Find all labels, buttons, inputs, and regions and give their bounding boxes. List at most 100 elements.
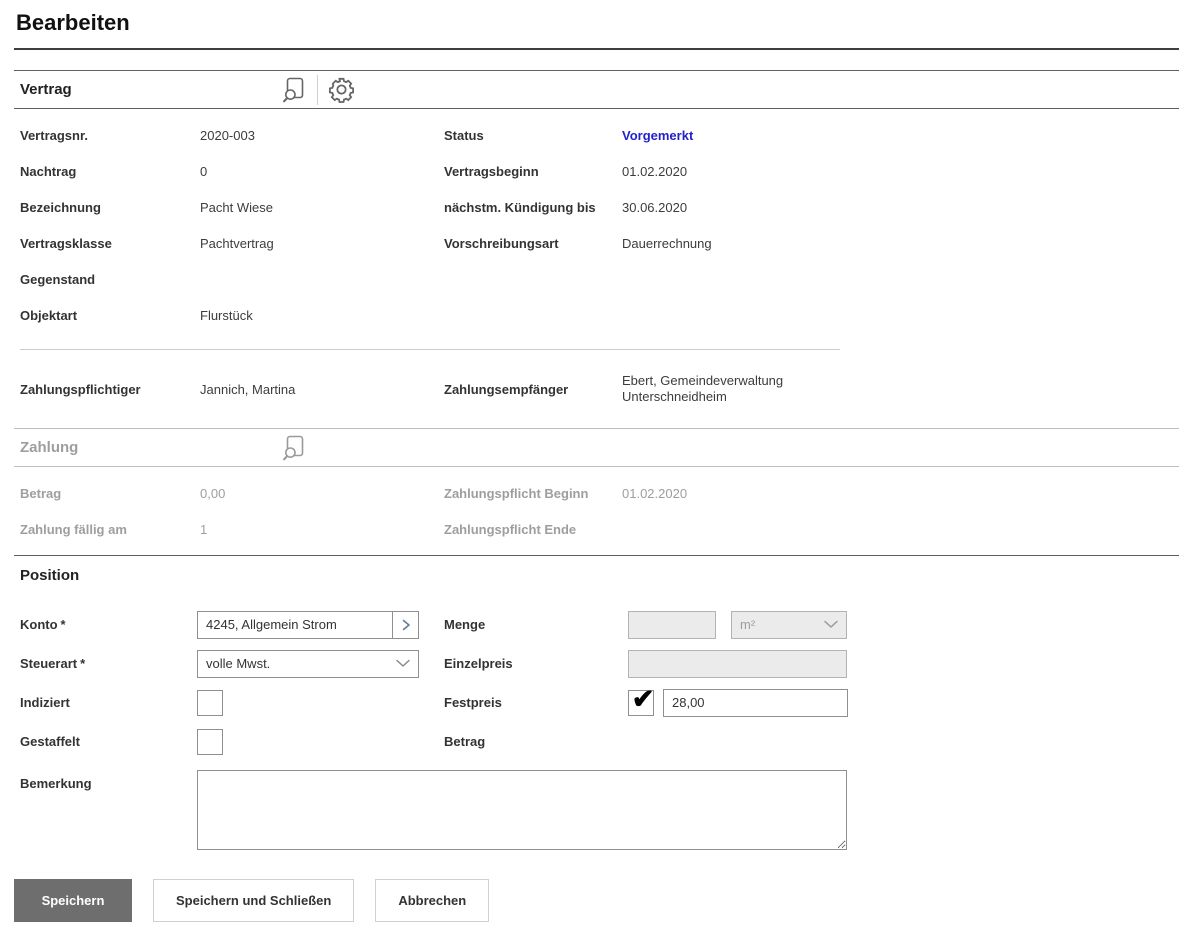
zahlung-faellig-label: Zahlung fällig am xyxy=(20,522,200,537)
zahlung-faellig-value: 1 xyxy=(200,522,207,537)
kuendigung-value: 30.06.2020 xyxy=(622,200,687,215)
steuerart-label: Steuerart* xyxy=(20,656,197,671)
field-row: Objektart Flurstück xyxy=(20,297,444,333)
zahlungspflichtiger-value: Jannich, Martina xyxy=(200,382,295,397)
menge-unit-value: m² xyxy=(740,617,755,632)
betrag-value: 0,00 xyxy=(200,486,225,501)
konto-combobox[interactable] xyxy=(197,611,419,639)
vertragsbeginn-label: Vertragsbeginn xyxy=(444,164,622,179)
field-row: Gegenstand xyxy=(20,261,444,297)
vertrag-preview-button[interactable] xyxy=(276,74,312,106)
field-row: Betrag 0,00 xyxy=(20,475,444,511)
save-and-close-button[interactable]: Speichern und Schließen xyxy=(153,879,354,922)
position-section: Position Konto* Menge m² xyxy=(14,555,1179,853)
status-label: Status xyxy=(444,128,622,143)
field-row: Zahlungspflicht Beginn 01.02.2020 xyxy=(444,475,1179,511)
zahlungspflicht-beginn-label: Zahlungspflicht Beginn xyxy=(444,486,622,501)
field-row: Vorschreibungsart Dauerrechnung xyxy=(444,225,1179,261)
chevron-down-icon xyxy=(395,659,411,668)
vertrag-section-header: Vertrag xyxy=(14,70,1179,109)
field-row: Vertragsnr. 2020-003 xyxy=(20,117,444,153)
bemerkung-textarea[interactable] xyxy=(197,770,847,850)
gestaffelt-checkbox[interactable] xyxy=(197,729,223,755)
festpreis-checkbox[interactable]: ✔ xyxy=(628,690,654,716)
vertragsnr-value: 2020-003 xyxy=(200,128,255,143)
vertrag-section-body: Vertragsnr. 2020-003 Nachtrag 0 Bezeichn… xyxy=(14,109,1179,428)
zahlung-section-title: Zahlung xyxy=(14,439,276,456)
footer-actions: Speichern Speichern und Schließen Abbrec… xyxy=(14,879,1179,922)
position-form: Konto* Menge m² xyxy=(14,594,1179,853)
status-value: Vorgemerkt xyxy=(622,128,693,143)
vertrag-section-title: Vertrag xyxy=(14,81,276,98)
cancel-button[interactable]: Abbrechen xyxy=(375,879,489,922)
zahlung-section-body: Betrag 0,00 Zahlung fällig am 1 Zahlungs… xyxy=(14,467,1179,555)
einzelpreis-label: Einzelpreis xyxy=(444,656,628,671)
nachtrag-value: 0 xyxy=(200,164,207,179)
kuendigung-label: nächstm. Kündigung bis xyxy=(444,200,622,215)
konto-input[interactable] xyxy=(198,612,392,638)
vertragsnr-label: Vertragsnr. xyxy=(20,128,200,143)
zahlung-preview-button xyxy=(276,432,312,464)
position-section-header: Position xyxy=(14,555,1179,594)
gegenstand-label: Gegenstand xyxy=(20,272,200,287)
field-row: Status Vorgemerkt xyxy=(444,117,1179,153)
gestaffelt-label: Gestaffelt xyxy=(20,734,197,749)
betrag-label: Betrag xyxy=(20,486,200,501)
menge-unit-select: m² xyxy=(731,611,847,639)
vertragsklasse-label: Vertragsklasse xyxy=(20,236,200,251)
field-row: Vertragsbeginn 01.02.2020 xyxy=(444,153,1179,189)
zahlungsempfaenger-value: Ebert, Gemeindeverwaltung Unterschneidhe… xyxy=(622,373,827,406)
objektart-value: Flurstück xyxy=(200,308,253,323)
nachtrag-label: Nachtrag xyxy=(20,164,200,179)
bemerkung-label: Bemerkung xyxy=(20,762,197,791)
field-row: nächstm. Kündigung bis 30.06.2020 xyxy=(444,189,1179,225)
save-button[interactable]: Speichern xyxy=(14,879,132,922)
vertragsklasse-value: Pachtvertrag xyxy=(200,236,274,251)
einzelpreis-input xyxy=(628,650,847,678)
bezeichnung-label: Bezeichnung xyxy=(20,200,200,215)
zahlung-section-header: Zahlung xyxy=(14,428,1179,467)
required-mark: * xyxy=(61,617,66,632)
vorschreibungsart-label: Vorschreibungsart xyxy=(444,236,622,251)
icon-separator xyxy=(317,75,318,105)
required-mark: * xyxy=(80,656,85,671)
gear-icon xyxy=(328,76,355,103)
section-divider xyxy=(20,349,840,350)
field-row: Zahlungsempfänger Ebert, Gemeindeverwalt… xyxy=(444,358,1179,420)
menge-input xyxy=(628,611,716,639)
zahlungspflicht-ende-label: Zahlungspflicht Ende xyxy=(444,522,622,537)
vertrag-settings-button[interactable] xyxy=(323,74,359,106)
field-row: Vertragsklasse Pachtvertrag xyxy=(20,225,444,261)
festpreis-input[interactable] xyxy=(663,689,848,717)
checkbox-mark: ✔ xyxy=(632,686,655,713)
zahlungspflichtiger-label: Zahlungspflichtiger xyxy=(20,382,200,397)
zahlungspflicht-beginn-value: 01.02.2020 xyxy=(622,486,687,501)
document-preview-icon xyxy=(281,76,307,104)
document-preview-icon xyxy=(281,434,307,462)
field-row: Zahlung fällig am 1 xyxy=(20,511,444,547)
indiziert-checkbox[interactable] xyxy=(197,690,223,716)
position-section-title: Position xyxy=(14,567,276,584)
vertrag-section: Vertrag xyxy=(14,70,1179,428)
bezeichnung-value: Pacht Wiese xyxy=(200,200,273,215)
field-row: Bezeichnung Pacht Wiese xyxy=(20,189,444,225)
chevron-right-icon xyxy=(399,618,413,632)
position-betrag-label: Betrag xyxy=(444,734,628,749)
vertragsbeginn-value: 01.02.2020 xyxy=(622,164,687,179)
field-row: Zahlungspflicht Ende xyxy=(444,511,1179,547)
konto-label: Konto* xyxy=(20,617,197,632)
konto-lookup-button[interactable] xyxy=(392,612,418,638)
vorschreibungsart-value: Dauerrechnung xyxy=(622,236,712,251)
indiziert-label: Indiziert xyxy=(20,695,197,710)
field-row: Nachtrag 0 xyxy=(20,153,444,189)
zahlungsempfaenger-label: Zahlungsempfänger xyxy=(444,382,622,397)
edit-page: Bearbeiten Vertrag xyxy=(0,0,1193,946)
steuerart-select[interactable]: volle Mwst. xyxy=(197,650,419,678)
zahlung-section: Zahlung Betrag 0,00 xyxy=(14,428,1179,555)
chevron-down-icon xyxy=(823,620,839,629)
festpreis-label: Festpreis xyxy=(444,695,628,710)
objektart-label: Objektart xyxy=(20,308,200,323)
field-row: Zahlungspflichtiger Jannich, Martina xyxy=(20,358,444,420)
menge-label: Menge xyxy=(444,617,628,632)
steuerart-value: volle Mwst. xyxy=(206,656,270,671)
